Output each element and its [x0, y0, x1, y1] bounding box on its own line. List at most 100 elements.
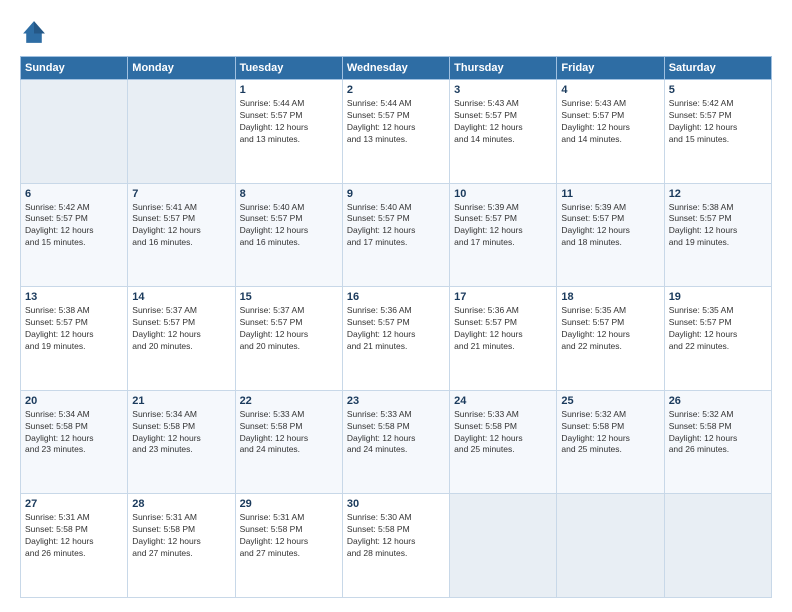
day-number: 8 [240, 188, 338, 200]
calendar-cell: 5 Sunrise: 5:42 AM Sunset: 5:57 PM Daylig… [664, 80, 771, 184]
day-info: Sunrise: 5:31 AM Sunset: 5:58 PM Dayligh… [25, 512, 123, 560]
day-number: 22 [240, 395, 338, 407]
day-number: 7 [132, 188, 230, 200]
calendar-cell: 26 Sunrise: 5:32 AM Sunset: 5:58 PM Dayli… [664, 390, 771, 494]
calendar-cell: 21 Sunrise: 5:34 AM Sunset: 5:58 PM Dayli… [128, 390, 235, 494]
weekday-header-tuesday: Tuesday [235, 57, 342, 80]
calendar-week-row: 20Sunrise: 5:34 AM Sunset: 5:58 PM Dayli… [21, 390, 772, 494]
calendar-body: 1 Sunrise: 5:44 AM Sunset: 5:57 PM Daylig… [21, 80, 772, 598]
day-number: 2 [347, 84, 445, 96]
calendar-week-row: 13 Sunrise: 5:38 AM Sunset: 5:57 PM Dayli… [21, 287, 772, 391]
day-info: Sunrise: 5:33 AM Sunset: 5:58 PM Dayligh… [347, 409, 445, 457]
weekday-header-friday: Friday [557, 57, 664, 80]
day-number: 21 [132, 395, 230, 407]
calendar-cell: 18 Sunrise: 5:35 AM Sunset: 5:57 PM Dayli… [557, 287, 664, 391]
logo-icon [20, 18, 48, 46]
calendar-cell: 27Sunrise: 5:31 AM Sunset: 5:58 PM Dayli… [21, 494, 128, 598]
day-number: 14 [132, 291, 230, 303]
day-info: Sunrise: 5:43 AM Sunset: 5:57 PM Dayligh… [561, 98, 659, 146]
calendar-cell: 8 Sunrise: 5:40 AM Sunset: 5:57 PM Daylig… [235, 183, 342, 287]
day-info: Sunrise: 5:35 AM Sunset: 5:57 PM Dayligh… [561, 305, 659, 353]
day-number: 1 [240, 84, 338, 96]
calendar-cell: 7 Sunrise: 5:41 AM Sunset: 5:57 PM Daylig… [128, 183, 235, 287]
calendar-cell [128, 80, 235, 184]
calendar-table: SundayMondayTuesdayWednesdayThursdayFrid… [20, 56, 772, 598]
day-number: 11 [561, 188, 659, 200]
calendar-week-row: 1 Sunrise: 5:44 AM Sunset: 5:57 PM Daylig… [21, 80, 772, 184]
day-number: 16 [347, 291, 445, 303]
calendar-cell: 2Sunrise: 5:44 AM Sunset: 5:57 PM Daylig… [342, 80, 449, 184]
day-number: 13 [25, 291, 123, 303]
calendar-cell: 30 Sunrise: 5:30 AM Sunset: 5:58 PM Dayli… [342, 494, 449, 598]
calendar-cell [664, 494, 771, 598]
day-number: 15 [240, 291, 338, 303]
day-info: Sunrise: 5:32 AM Sunset: 5:58 PM Dayligh… [669, 409, 767, 457]
weekday-header-sunday: Sunday [21, 57, 128, 80]
day-number: 25 [561, 395, 659, 407]
day-number: 12 [669, 188, 767, 200]
calendar-cell: 15 Sunrise: 5:37 AM Sunset: 5:57 PM Dayli… [235, 287, 342, 391]
calendar-cell: 10Sunrise: 5:39 AM Sunset: 5:57 PM Dayli… [450, 183, 557, 287]
day-number: 29 [240, 498, 338, 510]
day-info: Sunrise: 5:40 AM Sunset: 5:57 PM Dayligh… [240, 202, 338, 250]
day-info: Sunrise: 5:43 AM Sunset: 5:57 PM Dayligh… [454, 98, 552, 146]
calendar-cell: 20Sunrise: 5:34 AM Sunset: 5:58 PM Dayli… [21, 390, 128, 494]
weekday-header-monday: Monday [128, 57, 235, 80]
day-number: 28 [132, 498, 230, 510]
day-number: 10 [454, 188, 552, 200]
day-info: Sunrise: 5:30 AM Sunset: 5:58 PM Dayligh… [347, 512, 445, 560]
weekday-header-saturday: Saturday [664, 57, 771, 80]
day-number: 19 [669, 291, 767, 303]
day-info: Sunrise: 5:37 AM Sunset: 5:57 PM Dayligh… [240, 305, 338, 353]
day-number: 9 [347, 188, 445, 200]
page: SundayMondayTuesdayWednesdayThursdayFrid… [0, 0, 792, 612]
calendar-cell: 11Sunrise: 5:39 AM Sunset: 5:57 PM Dayli… [557, 183, 664, 287]
day-info: Sunrise: 5:31 AM Sunset: 5:58 PM Dayligh… [132, 512, 230, 560]
day-number: 26 [669, 395, 767, 407]
calendar-cell: 23Sunrise: 5:33 AM Sunset: 5:58 PM Dayli… [342, 390, 449, 494]
calendar-cell: 22 Sunrise: 5:33 AM Sunset: 5:58 PM Dayli… [235, 390, 342, 494]
day-info: Sunrise: 5:36 AM Sunset: 5:57 PM Dayligh… [454, 305, 552, 353]
day-info: Sunrise: 5:42 AM Sunset: 5:57 PM Dayligh… [25, 202, 123, 250]
calendar-cell: 28 Sunrise: 5:31 AM Sunset: 5:58 PM Dayli… [128, 494, 235, 598]
day-number: 24 [454, 395, 552, 407]
day-info: Sunrise: 5:33 AM Sunset: 5:58 PM Dayligh… [240, 409, 338, 457]
day-info: Sunrise: 5:41 AM Sunset: 5:57 PM Dayligh… [132, 202, 230, 250]
calendar-cell: 12Sunrise: 5:38 AM Sunset: 5:57 PM Dayli… [664, 183, 771, 287]
calendar-cell: 1 Sunrise: 5:44 AM Sunset: 5:57 PM Daylig… [235, 80, 342, 184]
calendar-header-row: SundayMondayTuesdayWednesdayThursdayFrid… [21, 57, 772, 80]
day-number: 18 [561, 291, 659, 303]
calendar-cell: 13 Sunrise: 5:38 AM Sunset: 5:57 PM Dayli… [21, 287, 128, 391]
day-info: Sunrise: 5:38 AM Sunset: 5:57 PM Dayligh… [25, 305, 123, 353]
calendar-cell [450, 494, 557, 598]
day-number: 3 [454, 84, 552, 96]
day-number: 30 [347, 498, 445, 510]
day-info: Sunrise: 5:33 AM Sunset: 5:58 PM Dayligh… [454, 409, 552, 457]
calendar-week-row: 27Sunrise: 5:31 AM Sunset: 5:58 PM Dayli… [21, 494, 772, 598]
header [20, 18, 772, 46]
day-info: Sunrise: 5:35 AM Sunset: 5:57 PM Dayligh… [669, 305, 767, 353]
day-number: 5 [669, 84, 767, 96]
day-info: Sunrise: 5:36 AM Sunset: 5:57 PM Dayligh… [347, 305, 445, 353]
calendar-cell [21, 80, 128, 184]
logo [20, 18, 52, 46]
day-info: Sunrise: 5:34 AM Sunset: 5:58 PM Dayligh… [132, 409, 230, 457]
day-info: Sunrise: 5:44 AM Sunset: 5:57 PM Dayligh… [240, 98, 338, 146]
day-info: Sunrise: 5:34 AM Sunset: 5:58 PM Dayligh… [25, 409, 123, 457]
calendar-cell: 16 Sunrise: 5:36 AM Sunset: 5:57 PM Dayli… [342, 287, 449, 391]
day-info: Sunrise: 5:31 AM Sunset: 5:58 PM Dayligh… [240, 512, 338, 560]
calendar-cell: 17Sunrise: 5:36 AM Sunset: 5:57 PM Dayli… [450, 287, 557, 391]
day-number: 4 [561, 84, 659, 96]
calendar-cell: 9Sunrise: 5:40 AM Sunset: 5:57 PM Daylig… [342, 183, 449, 287]
calendar-cell: 19 Sunrise: 5:35 AM Sunset: 5:57 PM Dayli… [664, 287, 771, 391]
day-info: Sunrise: 5:32 AM Sunset: 5:58 PM Dayligh… [561, 409, 659, 457]
day-info: Sunrise: 5:42 AM Sunset: 5:57 PM Dayligh… [669, 98, 767, 146]
day-info: Sunrise: 5:37 AM Sunset: 5:57 PM Dayligh… [132, 305, 230, 353]
weekday-header-thursday: Thursday [450, 57, 557, 80]
calendar-cell: 24 Sunrise: 5:33 AM Sunset: 5:58 PM Dayli… [450, 390, 557, 494]
weekday-header-wednesday: Wednesday [342, 57, 449, 80]
day-number: 6 [25, 188, 123, 200]
calendar-cell: 4 Sunrise: 5:43 AM Sunset: 5:57 PM Daylig… [557, 80, 664, 184]
calendar-cell: 29 Sunrise: 5:31 AM Sunset: 5:58 PM Dayli… [235, 494, 342, 598]
calendar-week-row: 6 Sunrise: 5:42 AM Sunset: 5:57 PM Daylig… [21, 183, 772, 287]
